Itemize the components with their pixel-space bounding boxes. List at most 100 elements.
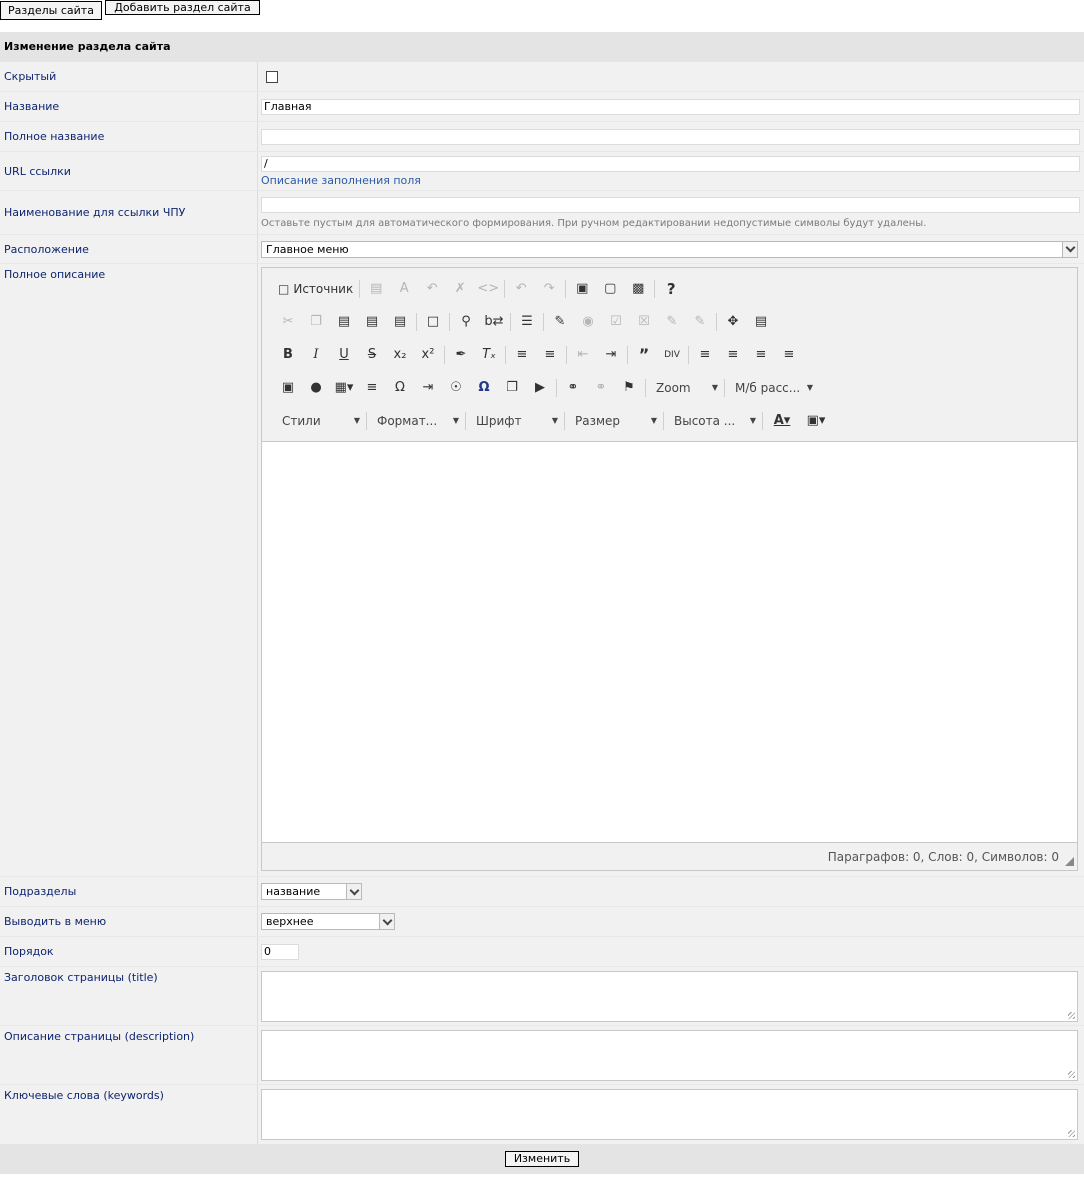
paste-word-icon[interactable]: ▤ xyxy=(386,311,414,333)
print-icon[interactable]: ▩ xyxy=(624,278,652,300)
format-combo[interactable]: Формат... ▼ xyxy=(369,410,463,432)
brush-icon[interactable]: ✒ xyxy=(447,344,475,366)
align-left-icon[interactable]: ≡ xyxy=(691,344,719,366)
link-icon[interactable]: ⚭ xyxy=(559,377,587,399)
undo-replace-icon[interactable]: ↶ xyxy=(418,278,446,300)
form-field-icon[interactable]: ✎ xyxy=(658,311,686,333)
anchor-icon[interactable]: ⚑ xyxy=(615,377,643,399)
subsections-select[interactable]: название xyxy=(261,883,362,900)
resize-grip-icon[interactable] xyxy=(1068,1130,1075,1137)
name-input[interactable]: Главная xyxy=(261,98,1080,115)
cut-icon[interactable]: ✂ xyxy=(274,311,302,333)
outdent-icon[interactable]: ⇤ xyxy=(569,344,597,366)
sections-button[interactable]: Разделы сайта xyxy=(0,1,102,20)
spellcheck-off-icon[interactable]: ◉ xyxy=(574,311,602,333)
resize-grip-icon[interactable] xyxy=(1068,1012,1075,1019)
page-break-icon[interactable]: ⇥ xyxy=(414,377,442,399)
bold-icon[interactable]: B xyxy=(274,344,302,366)
location-select[interactable]: Главное меню xyxy=(261,240,1078,258)
italic-icon[interactable]: I xyxy=(302,344,330,366)
paste-icon[interactable]: ▤ xyxy=(330,311,358,333)
full-name-input[interactable] xyxy=(261,128,1080,145)
omega-icon[interactable]: Ω xyxy=(470,377,498,399)
horizontal-rule-icon[interactable]: ≡ xyxy=(358,377,386,399)
underline-icon[interactable]: U xyxy=(330,344,358,366)
styles-combo[interactable]: Стили ▼ xyxy=(274,410,364,432)
line-spacing-combo[interactable]: М/б расс... ▼ xyxy=(727,377,817,399)
url-label: URL ссылки xyxy=(0,152,258,190)
align-center-icon[interactable]: ≡ xyxy=(719,344,747,366)
flash-icon[interactable]: ● xyxy=(302,377,330,399)
resize-grip-icon[interactable] xyxy=(1065,857,1074,866)
save-icon[interactable]: ▣ xyxy=(568,278,596,300)
preview-icon[interactable]: ▢ xyxy=(596,278,624,300)
special-char-icon[interactable]: Ω xyxy=(386,377,414,399)
seo-name-input[interactable] xyxy=(261,196,1080,213)
select-all-icon[interactable]: ☰ xyxy=(513,311,541,333)
code-icon[interactable]: <> xyxy=(474,278,502,300)
subscript-icon[interactable]: x₂ xyxy=(386,344,414,366)
document-icon[interactable]: □ xyxy=(419,311,447,333)
url-input[interactable]: / xyxy=(261,155,1080,172)
caret-down-icon: ▼ xyxy=(353,416,360,425)
templates-icon[interactable]: ▤ xyxy=(362,278,390,300)
paste-text-icon[interactable]: ▤ xyxy=(358,311,386,333)
form-remove-icon[interactable]: ✎ xyxy=(686,311,714,333)
form-title: Изменение раздела сайта xyxy=(0,32,1084,62)
checkbox-icon[interactable]: ☑ xyxy=(602,311,630,333)
row-menu: Выводить в меню верхнее xyxy=(0,907,1084,937)
align-justify-icon[interactable]: ≡ xyxy=(775,344,803,366)
row-hidden: Скрытый xyxy=(0,62,1084,92)
clear-format-icon[interactable]: Tₓ xyxy=(475,344,503,366)
superscript-icon[interactable]: x² xyxy=(414,344,442,366)
bg-color-icon[interactable]: ▣▾ xyxy=(799,410,833,432)
replace-icon[interactable]: b⇄ xyxy=(480,311,508,333)
youtube-icon[interactable]: ▶ xyxy=(526,377,554,399)
resize-grip-icon[interactable] xyxy=(1068,1071,1075,1078)
size-combo[interactable]: Размер ▼ xyxy=(567,410,661,432)
hidden-checkbox[interactable] xyxy=(266,70,278,83)
help-icon[interactable]: ? xyxy=(657,278,685,300)
copy-icon[interactable]: ❐ xyxy=(302,311,330,333)
editor-content-area[interactable] xyxy=(262,442,1077,842)
maximize-icon[interactable]: ✥ xyxy=(719,311,747,333)
source-icon: □ xyxy=(278,281,290,296)
bullet-list-icon[interactable]: ≡ xyxy=(536,344,564,366)
zoom-combo[interactable]: Zoom ▼ xyxy=(648,377,722,399)
show-blocks-icon[interactable]: ▤ xyxy=(747,311,775,333)
align-right-icon[interactable]: ≡ xyxy=(747,344,775,366)
gallery-icon[interactable]: ❐ xyxy=(498,377,526,399)
remove-icon[interactable]: ✗ xyxy=(446,278,474,300)
caret-down-icon: ▼ xyxy=(711,383,718,392)
font-combo[interactable]: Шрифт ▼ xyxy=(468,410,562,432)
line-height-combo[interactable]: Высота ... ▼ xyxy=(666,410,760,432)
chevron-down-icon[interactable] xyxy=(379,914,394,929)
undo-icon[interactable]: ↶ xyxy=(507,278,535,300)
redo-icon[interactable]: ↷ xyxy=(535,278,563,300)
source-button[interactable]: □ Источник xyxy=(274,278,357,300)
search-icon[interactable]: ⚲ xyxy=(452,311,480,333)
table-icon[interactable]: ▦▾ xyxy=(330,377,358,399)
text-color-icon[interactable]: A▾ xyxy=(765,410,799,432)
chevron-down-icon[interactable] xyxy=(1062,241,1077,257)
page-title-textarea[interactable] xyxy=(261,971,1078,1022)
iframe-icon[interactable]: ☉ xyxy=(442,377,470,399)
order-input[interactable]: 0 xyxy=(261,943,299,960)
image-icon[interactable]: ▣ xyxy=(274,377,302,399)
spellcheck-icon[interactable]: ✎ xyxy=(546,311,574,333)
strikethrough-icon[interactable]: S xyxy=(358,344,386,366)
autotext-icon[interactable]: A xyxy=(390,278,418,300)
page-description-textarea[interactable] xyxy=(261,1030,1078,1081)
numbered-list-icon[interactable]: ≡ xyxy=(508,344,536,366)
url-hint-link[interactable]: Описание заполнения поля xyxy=(261,174,1080,187)
uncheck-icon[interactable]: ☒ xyxy=(630,311,658,333)
indent-icon[interactable]: ⇥ xyxy=(597,344,625,366)
div-icon[interactable]: DIV xyxy=(658,344,686,366)
add-section-button[interactable]: Добавить раздел сайта xyxy=(105,0,260,15)
chevron-down-icon[interactable] xyxy=(346,884,361,899)
menu-select[interactable]: верхнее xyxy=(261,913,395,930)
blockquote-icon[interactable]: ” xyxy=(630,344,658,366)
submit-button[interactable]: Изменить xyxy=(504,1151,580,1167)
unlink-icon[interactable]: ⚭ xyxy=(587,377,615,399)
keywords-textarea[interactable] xyxy=(261,1089,1078,1140)
